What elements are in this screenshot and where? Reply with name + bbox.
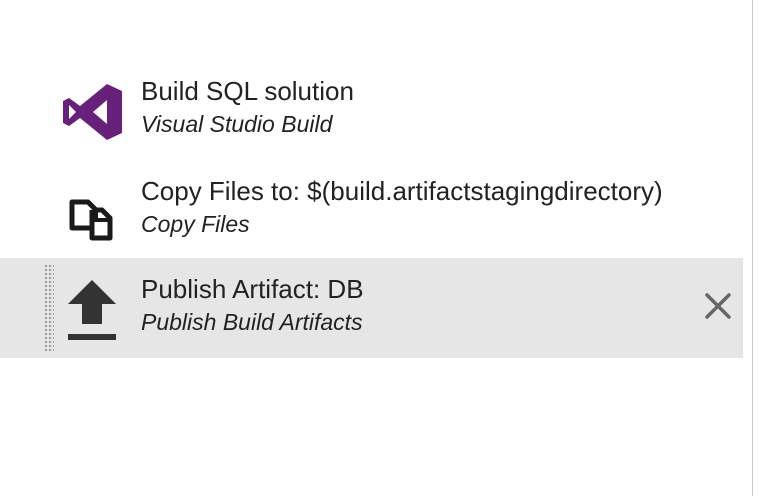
task-subtitle: Visual Studio Build [141,111,333,137]
task-item-copy-files[interactable]: Copy Files to: $(build.artifactstagingdi… [0,160,743,260]
remove-task-button[interactable] [702,290,734,322]
task-item-publish-artifact[interactable]: Publish Artifact: DB Publish Build Artif… [0,258,743,358]
task-list-panel: Build SQL solution Visual Studio Build C… [0,0,753,496]
task-item-build-sql[interactable]: Build SQL solution Visual Studio Build [0,60,743,160]
copy-files-icon [58,178,126,246]
drag-handle[interactable] [44,264,54,352]
panel-divider [752,0,753,496]
task-title: Publish Artifact: DB [141,274,364,304]
upload-icon [58,276,126,344]
task-subtitle: Copy Files [141,211,250,237]
task-subtitle: Publish Build Artifacts [141,309,363,335]
task-title: Copy Files to: $(build.artifactstagingdi… [141,176,663,206]
visual-studio-icon [58,78,126,146]
close-icon [705,293,731,319]
task-title: Build SQL solution [141,76,354,106]
